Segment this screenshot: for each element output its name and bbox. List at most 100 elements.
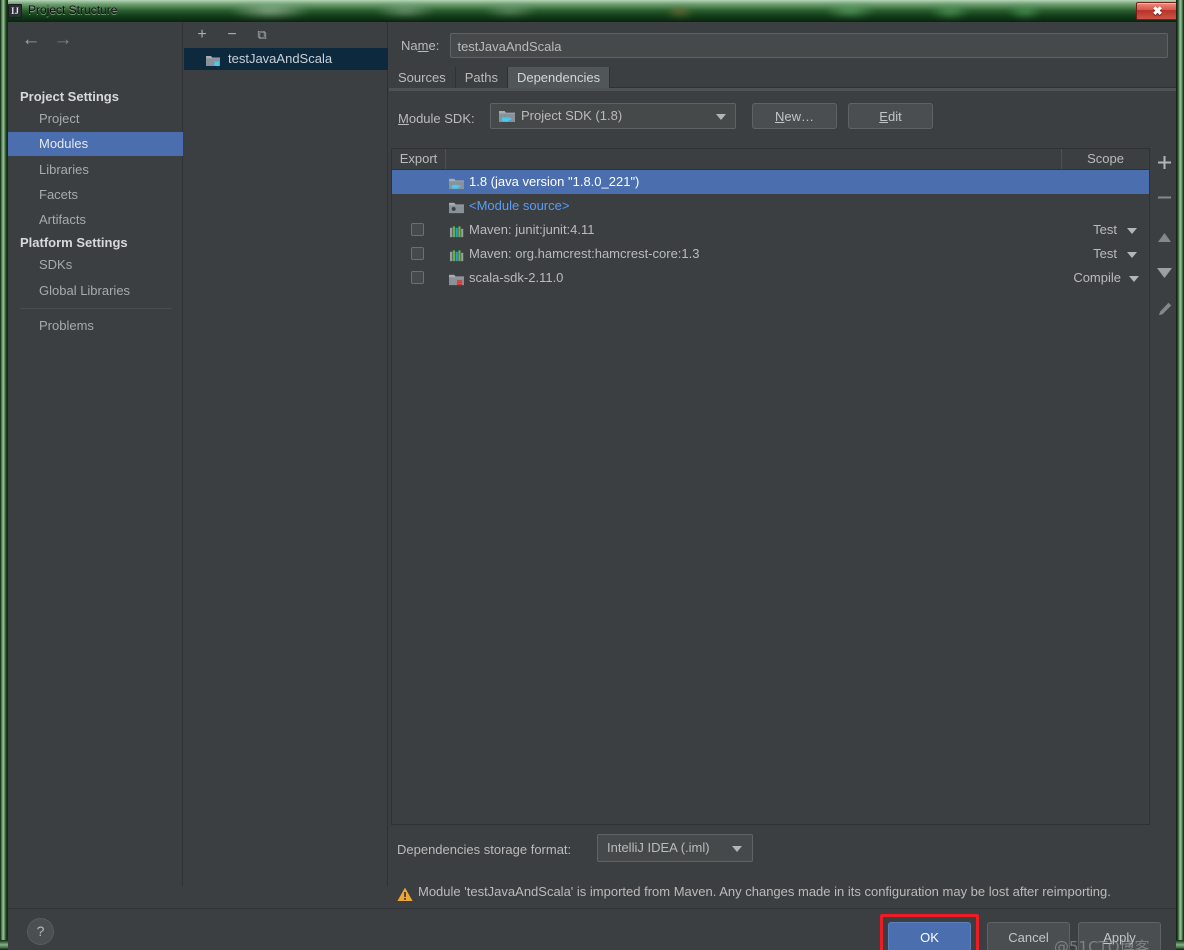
window-frame-right: [1176, 0, 1184, 950]
minus-icon: [1158, 196, 1171, 199]
tab-dependencies[interactable]: Dependencies: [507, 67, 611, 88]
forward-arrow-icon[interactable]: →: [50, 30, 76, 50]
module-sdk-row: Module SDK: Project SDK (1.8) New… Edit: [389, 100, 1176, 140]
close-button[interactable]: ✖: [1136, 2, 1179, 20]
sidebar-item-global-libraries[interactable]: Global Libraries: [8, 279, 183, 303]
export-checkbox[interactable]: [411, 247, 424, 260]
chevron-down-icon[interactable]: [1127, 228, 1137, 234]
module-sdk-value: Project SDK (1.8): [521, 108, 623, 123]
table-row-scope[interactable]: Test: [1093, 218, 1117, 242]
chevron-down-icon: [716, 114, 726, 120]
arrow-up-icon: [1158, 233, 1171, 242]
chevron-down-icon: [732, 846, 742, 852]
module-list-item-label: testJavaAndScala: [228, 51, 333, 66]
add-module-icon[interactable]: +: [192, 26, 212, 44]
module-list-item[interactable]: testJavaAndScala: [184, 48, 388, 70]
scala-sdk-icon: [449, 271, 464, 295]
column-header-scope[interactable]: Scope: [1062, 149, 1149, 169]
help-button[interactable]: ?: [27, 918, 54, 945]
sidebar-item-modules[interactable]: Modules: [8, 132, 183, 156]
project-structure-window: IJ Project Structure ✖ ← → Project Setti…: [0, 0, 1184, 950]
dependencies-toolbar: [1153, 148, 1176, 825]
add-dependency-button[interactable]: [1153, 156, 1176, 180]
plus-icon: [1158, 156, 1171, 169]
chevron-down-icon[interactable]: [1127, 252, 1137, 258]
intellij-idea-icon: IJ: [8, 4, 22, 18]
table-row[interactable]: scala-sdk-2.11.0 Compile: [392, 266, 1149, 290]
sidebar-item-project[interactable]: Project: [8, 107, 183, 131]
window-title: Project Structure: [28, 3, 118, 17]
chevron-down-icon[interactable]: [1129, 276, 1139, 282]
dependencies-table: Export Scope 1.8 (java version "1.8.0_22…: [391, 148, 1150, 825]
table-row[interactable]: Maven: junit:junit:4.11 Test: [392, 218, 1149, 242]
export-checkbox[interactable]: [411, 223, 424, 236]
dependencies-table-header: Export Scope: [392, 149, 1149, 170]
module-list: testJavaAndScala: [184, 48, 388, 886]
settings-sidebar: ← → Project Settings Project Modules Lib…: [8, 22, 183, 886]
module-list-panel: + − ⧉ testJavaAndScala: [184, 22, 388, 886]
warning-triangle-icon: [397, 887, 413, 907]
table-row[interactable]: 1.8 (java version "1.8.0_221"): [392, 170, 1149, 194]
storage-format-select[interactable]: IntelliJ IDEA (.iml): [597, 834, 753, 862]
remove-module-icon[interactable]: −: [222, 26, 242, 44]
title-bar-blurred-background: [150, 0, 1110, 22]
back-arrow-icon[interactable]: ←: [18, 30, 44, 50]
column-header-name[interactable]: [446, 149, 1062, 169]
tab-sources[interactable]: Sources: [389, 67, 456, 88]
ok-button[interactable]: OK: [888, 922, 971, 950]
module-folder-icon: [206, 52, 220, 74]
pencil-edit-icon: [1158, 302, 1171, 316]
tab-paths[interactable]: Paths: [455, 67, 508, 88]
table-row[interactable]: Maven: org.hamcrest:hamcrest-core:1.3 Te…: [392, 242, 1149, 266]
edit-sdk-button[interactable]: Edit: [848, 103, 933, 129]
jdk-folder-icon: [499, 111, 515, 122]
sidebar-item-facets[interactable]: Facets: [8, 183, 183, 207]
storage-format-row: Dependencies storage format: IntelliJ ID…: [397, 834, 1176, 866]
dialog-content: ← → Project Settings Project Modules Lib…: [8, 22, 1176, 950]
table-row-scope[interactable]: Compile: [1073, 266, 1121, 290]
navigation-buttons: ← →: [8, 22, 183, 56]
storage-format-label: Dependencies storage format:: [397, 842, 572, 857]
maven-warning-text: Module 'testJavaAndScala' is imported fr…: [418, 884, 1111, 899]
sidebar-item-problems[interactable]: Problems: [8, 314, 183, 338]
maven-warning-row: Module 'testJavaAndScala' is imported fr…: [397, 884, 1176, 906]
table-row[interactable]: <Module source>: [392, 194, 1149, 218]
module-sdk-select[interactable]: Project SDK (1.8): [490, 103, 736, 129]
table-row-label: scala-sdk-2.11.0: [469, 270, 564, 285]
cancel-button[interactable]: Cancel: [987, 922, 1070, 950]
table-row-label: <Module source>: [469, 198, 570, 213]
sidebar-group-platform-settings: Platform Settings: [20, 235, 128, 250]
edit-dependency-button[interactable]: [1153, 302, 1176, 326]
title-bar: IJ Project Structure ✖: [0, 0, 1184, 22]
arrow-down-icon: [1157, 268, 1172, 278]
table-row-label: Maven: junit:junit:4.11: [469, 222, 595, 237]
module-sdk-label: Module SDK:: [398, 111, 475, 126]
apply-button[interactable]: Apply: [1078, 922, 1161, 950]
sidebar-divider: [20, 308, 172, 309]
copy-module-icon[interactable]: ⧉: [252, 26, 272, 44]
module-name-input[interactable]: testJavaAndScala: [450, 33, 1169, 58]
move-up-button[interactable]: [1153, 229, 1176, 253]
remove-dependency-button[interactable]: [1153, 191, 1176, 215]
new-sdk-button[interactable]: New…: [752, 103, 837, 129]
module-name-label: Name:: [401, 38, 440, 53]
close-icon: ✖: [1152, 4, 1163, 18]
column-header-export[interactable]: Export: [392, 149, 446, 169]
sidebar-item-artifacts[interactable]: Artifacts: [8, 208, 183, 232]
module-list-toolbar: + − ⧉: [184, 22, 388, 48]
sidebar-item-sdks[interactable]: SDKs: [8, 253, 183, 277]
dialog-footer: ? OK Cancel Apply @51CTO博客: [8, 908, 1176, 950]
move-down-button[interactable]: [1153, 265, 1176, 289]
export-checkbox[interactable]: [411, 271, 424, 284]
module-editor-tabs: Sources Paths Dependencies: [389, 67, 1176, 88]
module-name-row: Name: testJavaAndScala: [401, 33, 1169, 58]
sidebar-item-libraries[interactable]: Libraries: [8, 158, 183, 182]
table-row-scope[interactable]: Test: [1093, 242, 1117, 266]
tabs-underline: [389, 88, 1176, 91]
window-frame-left: [0, 0, 8, 950]
sidebar-group-project-settings: Project Settings: [20, 89, 119, 104]
module-editor-panel: Name: testJavaAndScala Sources Paths Dep…: [389, 22, 1176, 901]
table-row-label: 1.8 (java version "1.8.0_221"): [469, 174, 640, 189]
table-row-label: Maven: org.hamcrest:hamcrest-core:1.3: [469, 246, 700, 261]
storage-format-value: IntelliJ IDEA (.iml): [607, 840, 710, 855]
